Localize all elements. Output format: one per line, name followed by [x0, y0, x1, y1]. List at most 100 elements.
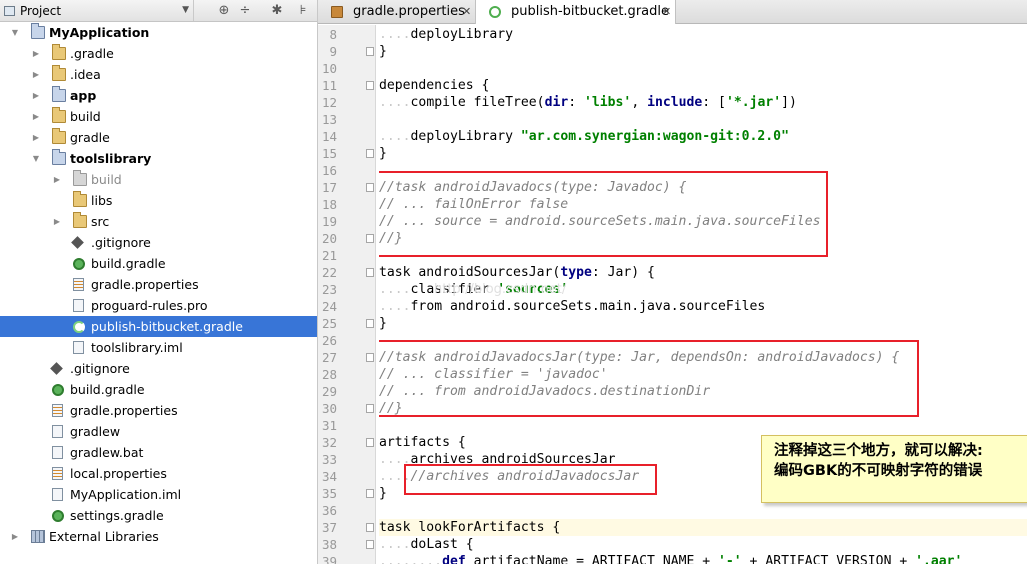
- tree-item[interactable]: ▶ src: [0, 211, 317, 232]
- code-token: '.aar': [915, 554, 963, 564]
- code-line: ....deployLibrary "ar.com.synergian:wago…: [379, 128, 789, 145]
- excluded-folder-icon: [73, 170, 87, 186]
- code-token: ....: [379, 27, 411, 42]
- gear-icon[interactable]: ✱: [268, 2, 286, 19]
- module-folder-icon: [52, 86, 66, 102]
- collapse-all-icon[interactable]: ÷: [236, 2, 254, 19]
- fold-marker-icon[interactable]: [366, 438, 374, 447]
- code-line: ........def artifactName = ARTIFACT_NAME…: [379, 553, 962, 564]
- line-number: 14: [321, 129, 337, 144]
- fold-marker-icon[interactable]: [366, 540, 374, 549]
- tree-item[interactable]: build.gradle: [0, 253, 317, 274]
- line-number: 13: [321, 112, 337, 127]
- line-number: 25: [321, 316, 337, 331]
- tree-item-label: .gradle: [70, 46, 114, 61]
- project-view-icon: [4, 5, 15, 16]
- expand-arrow-closed-icon[interactable]: ▶: [51, 211, 63, 232]
- code-token: deployLibrary: [410, 27, 514, 42]
- fold-marker-icon[interactable]: [366, 404, 374, 413]
- fold-marker-icon[interactable]: [366, 268, 374, 277]
- line-number: 16: [321, 163, 337, 178]
- tree-item[interactable]: publish-bitbucket.gradle: [0, 316, 317, 337]
- tree-item[interactable]: settings.gradle: [0, 505, 317, 526]
- fold-marker-icon[interactable]: [366, 353, 374, 362]
- fold-marker-icon[interactable]: [366, 47, 374, 56]
- expand-arrow-closed-icon[interactable]: ▶: [30, 127, 42, 148]
- project-view-selector[interactable]: Project ▼: [0, 0, 194, 21]
- expand-arrow-closed-icon[interactable]: ▶: [51, 169, 63, 190]
- expand-arrow-closed-icon[interactable]: ▶: [30, 106, 42, 127]
- tree-item[interactable]: .gitignore: [0, 358, 317, 379]
- expand-arrow-open-icon[interactable]: ▼: [9, 22, 21, 43]
- editor-tab[interactable]: gradle.properties ✕: [318, 0, 476, 24]
- expand-arrow-open-icon[interactable]: ▼: [30, 148, 42, 169]
- fold-marker-icon[interactable]: [366, 183, 374, 192]
- tree-item[interactable]: .gitignore: [0, 232, 317, 253]
- code-token: '*.jar': [725, 95, 782, 110]
- hide-panel-icon[interactable]: ⊧: [294, 2, 312, 19]
- tree-item[interactable]: toolslibrary.iml: [0, 337, 317, 358]
- tree-item[interactable]: ▼ MyApplication: [0, 22, 317, 43]
- close-icon[interactable]: ✕: [462, 0, 471, 24]
- tree-item[interactable]: local.properties: [0, 463, 317, 484]
- tree-item[interactable]: build.gradle: [0, 379, 317, 400]
- tree-item-label: External Libraries: [49, 529, 159, 544]
- tree-item[interactable]: gradle.properties: [0, 400, 317, 421]
- fold-marker-icon[interactable]: [366, 149, 374, 158]
- module-folder-icon: [31, 23, 45, 39]
- tree-item[interactable]: libs: [0, 190, 317, 211]
- tree-item[interactable]: ▶ build: [0, 169, 317, 190]
- scroll-from-source-icon[interactable]: ⊕: [215, 2, 233, 19]
- tree-item-label: toolslibrary: [70, 151, 152, 166]
- tree-item[interactable]: gradlew.bat: [0, 442, 317, 463]
- line-number: 36: [321, 503, 337, 518]
- tree-item[interactable]: ▶ app: [0, 85, 317, 106]
- properties-file-icon: [52, 467, 63, 480]
- expand-arrow-closed-icon[interactable]: ▶: [30, 43, 42, 64]
- tree-item[interactable]: ▶ .idea: [0, 64, 317, 85]
- fold-marker-icon[interactable]: [366, 523, 374, 532]
- text-file-icon: [73, 299, 84, 312]
- tree-item-label: build: [70, 109, 101, 124]
- gradle-file-icon: [73, 258, 85, 270]
- folder-icon: [73, 212, 87, 228]
- editor-tab[interactable]: publish-bitbucket.gradle ✕: [476, 0, 676, 24]
- line-number: 27: [321, 350, 337, 365]
- tree-item-label: publish-bitbucket.gradle: [91, 319, 243, 334]
- code-token: ....: [379, 129, 411, 144]
- code-token: from android.sourceSets.main.java.source…: [410, 299, 766, 314]
- fold-marker-icon[interactable]: [366, 319, 374, 328]
- project-view-title: Project: [20, 3, 62, 18]
- line-number-gutter: 8 9 10 11 12 13 14 15 16 17 18 19 20 21 22 23 24 25 26 27 28…: [318, 25, 376, 564]
- tree-item-label: src: [91, 214, 110, 229]
- code-token: ........: [379, 554, 443, 564]
- code-token: task lookForArtifacts {: [379, 520, 561, 535]
- fold-marker-icon[interactable]: [366, 234, 374, 243]
- close-icon[interactable]: ✕: [662, 0, 671, 24]
- gradle-file-icon: [52, 510, 64, 522]
- code-token: artifactName = ARTIFACT_NAME +: [473, 554, 719, 564]
- tree-item[interactable]: ▶ gradle: [0, 127, 317, 148]
- code-area[interactable]: ....deployLibrary} dependencies {....comp…: [379, 25, 1027, 564]
- tree-item-label: .gitignore: [91, 235, 151, 250]
- code-token: dir: [544, 95, 569, 110]
- tree-item[interactable]: MyApplication.iml: [0, 484, 317, 505]
- expand-arrow-closed-icon[interactable]: ▶: [9, 526, 21, 547]
- fold-marker-icon[interactable]: [366, 489, 374, 498]
- tree-item[interactable]: ▶ build: [0, 106, 317, 127]
- code-token: type: [560, 265, 592, 280]
- tree-item[interactable]: proguard-rules.pro: [0, 295, 317, 316]
- tree-item[interactable]: ▶ .gradle: [0, 43, 317, 64]
- line-number: 26: [321, 333, 337, 348]
- expand-arrow-closed-icon[interactable]: ▶: [30, 64, 42, 85]
- code-token: '-': [718, 554, 742, 564]
- expand-arrow-closed-icon[interactable]: ▶: [30, 85, 42, 106]
- fold-marker-icon[interactable]: [366, 81, 374, 90]
- tree-item[interactable]: gradle.properties: [0, 274, 317, 295]
- tree-item[interactable]: gradlew: [0, 421, 317, 442]
- line-number: 38: [321, 537, 337, 552]
- tree-item[interactable]: ▼ toolslibrary: [0, 148, 317, 169]
- code-token: compile fileTree(: [410, 95, 545, 110]
- tree-item[interactable]: ▶ External Libraries: [0, 526, 317, 547]
- code-line: }: [379, 43, 387, 60]
